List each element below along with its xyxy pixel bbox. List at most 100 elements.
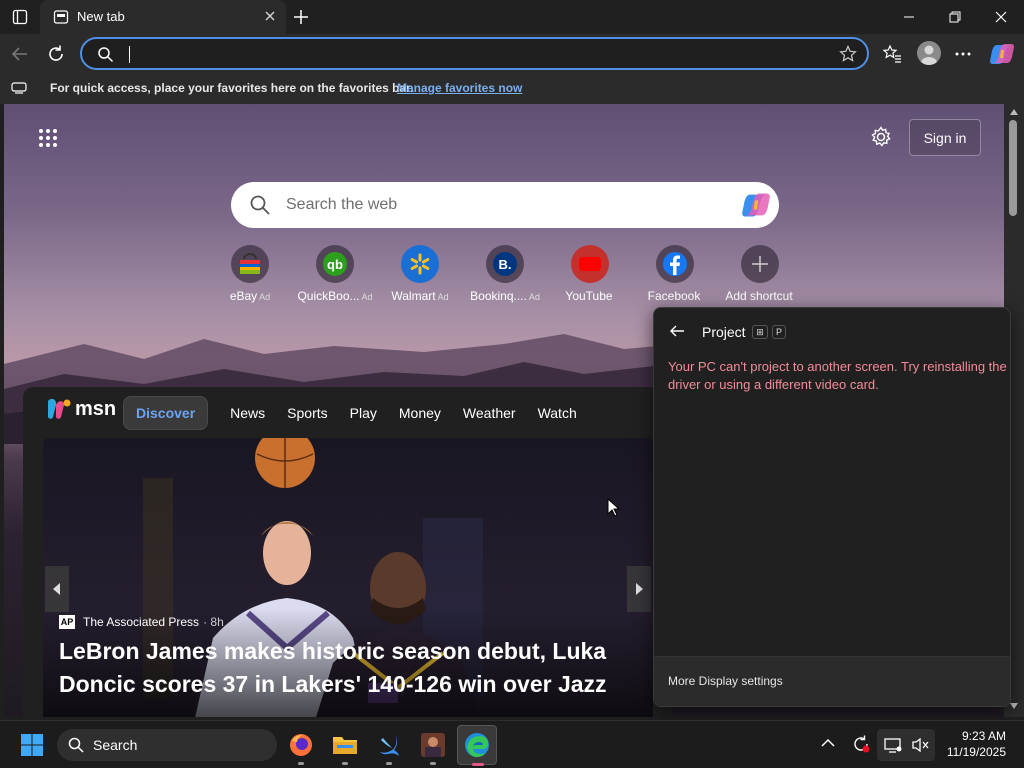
shortcut-facebook[interactable]: Facebook <box>633 245 717 307</box>
minimize-button[interactable] <box>886 0 932 34</box>
running-indicator <box>342 762 348 765</box>
project-flyout: Project ⊞ P Your PC can't project to ano… <box>653 307 1011 707</box>
msn-logo[interactable]: msn <box>45 397 116 421</box>
shortcut-label: Bookinq.... <box>470 289 527 303</box>
shortcut-label: Add shortcut <box>725 289 793 303</box>
add-shortcut-button[interactable]: Add shortcut <box>718 245 802 307</box>
network-volume-tray[interactable] <box>877 729 935 761</box>
favorites-bar-icon <box>11 82 27 94</box>
new-tab-plus-icon[interactable] <box>290 6 312 28</box>
app-photo-icon[interactable] <box>415 727 451 765</box>
back-arrow-icon[interactable] <box>10 44 30 64</box>
sign-in-button[interactable]: Sign in <box>909 119 981 156</box>
windows-key-badge: ⊞ <box>752 325 768 339</box>
restore-button[interactable] <box>932 0 978 34</box>
refresh-icon[interactable] <box>46 44 66 64</box>
close-window-button[interactable] <box>978 0 1024 34</box>
walmart-icon <box>401 245 439 283</box>
ap-logo: AP <box>59 615 75 629</box>
article-headline[interactable]: LeBron James makes historic season debut… <box>59 635 649 701</box>
speaker-muted-icon <box>911 737 929 753</box>
taskbar-search[interactable]: Search <box>57 729 277 761</box>
tab-title: New tab <box>77 9 125 24</box>
search-icon <box>68 737 84 753</box>
running-indicator <box>298 762 304 765</box>
plus-icon <box>741 245 779 283</box>
apps-grid-icon[interactable] <box>38 128 58 148</box>
hero-article-card[interactable]: AP The Associated Press · 8h LeBron Jame… <box>43 438 653 717</box>
sync-icon[interactable] <box>851 734 871 754</box>
shortcut-booking[interactable]: B. Bookinq.... Ad <box>463 245 547 307</box>
tab-weather[interactable]: Weather <box>463 405 516 421</box>
search-icon <box>97 46 114 63</box>
more-options-icon[interactable] <box>953 44 973 64</box>
shortcut-quickbooks[interactable]: qb QuickBoo... Ad <box>293 245 377 307</box>
copilot-icon[interactable] <box>989 41 1015 67</box>
shortcut-label: Facebook <box>647 289 701 303</box>
display-icon <box>884 736 902 754</box>
ad-badge: Ad <box>437 292 449 302</box>
address-bar[interactable] <box>80 37 869 70</box>
ad-badge: Ad <box>528 292 540 302</box>
profile-avatar[interactable] <box>917 41 941 65</box>
msn-feed: msn Discover News Sports Play Money Weat… <box>23 387 673 717</box>
p-key-badge: P <box>772 325 786 339</box>
clock[interactable]: 9:23 AM 11/19/2025 <box>944 728 1006 760</box>
tab-actions-icon[interactable] <box>9 6 31 28</box>
manage-favorites-link[interactable]: Manage favorites now <box>397 81 522 95</box>
scroll-down-icon[interactable] <box>1009 702 1019 710</box>
running-indicator <box>430 762 436 765</box>
svg-text:B.: B. <box>499 257 512 272</box>
shortcut-label: QuickBoo... <box>297 289 360 303</box>
tab-watch[interactable]: Watch <box>538 405 577 421</box>
tab-play[interactable]: Play <box>350 405 377 421</box>
taskbar: Search 9:23 AM 11/19/2025 <box>0 720 1024 768</box>
ad-badge: Ad <box>361 292 373 302</box>
copilot-icon[interactable] <box>741 190 771 220</box>
shortcut-ebay[interactable]: eBay Ad <box>208 245 292 307</box>
back-arrow-icon[interactable] <box>668 322 686 340</box>
scroll-thumb[interactable] <box>1009 120 1017 216</box>
scroll-up-icon[interactable] <box>1009 108 1019 116</box>
article-source: AP The Associated Press · 8h <box>59 615 224 629</box>
tab-news[interactable]: News <box>230 405 265 421</box>
firefox-icon[interactable] <box>283 727 319 765</box>
app-swift-icon[interactable] <box>371 727 407 765</box>
quickbooks-icon: qb <box>316 245 354 283</box>
carousel-prev-button[interactable] <box>45 566 69 612</box>
shortcut-youtube[interactable]: YouTube <box>548 245 632 307</box>
address-input[interactable] <box>126 44 816 64</box>
more-display-settings-link[interactable]: More Display settings <box>668 674 783 688</box>
favorite-star-icon[interactable] <box>839 45 857 63</box>
youtube-icon <box>571 245 609 283</box>
tab-new-tab[interactable]: New tab <box>40 0 286 34</box>
tab-discover[interactable]: Discover <box>123 395 209 430</box>
favorites-bar-message: For quick access, place your favorites h… <box>50 81 414 95</box>
chevron-up-icon[interactable] <box>821 738 835 748</box>
close-tab-icon[interactable] <box>262 8 278 24</box>
windows-start-icon[interactable] <box>20 733 44 757</box>
browser-toolbar <box>0 34 1024 74</box>
article-time: · 8h <box>203 615 224 629</box>
svg-text:qb: qb <box>327 257 343 272</box>
clock-time: 9:23 AM <box>961 729 1006 743</box>
shortcut-walmart[interactable]: Walmart Ad <box>378 245 462 307</box>
tab-sports[interactable]: Sports <box>287 405 327 421</box>
mouse-cursor-icon <box>607 498 621 518</box>
web-search-box[interactable]: Search the web <box>231 182 779 228</box>
favorites-icon[interactable] <box>882 44 902 64</box>
gear-icon[interactable] <box>870 126 892 148</box>
tab-money[interactable]: Money <box>399 405 441 421</box>
text-cursor <box>129 46 130 63</box>
file-explorer-icon[interactable] <box>327 727 363 765</box>
running-indicator <box>386 762 392 765</box>
shortcut-label: eBay <box>229 289 258 303</box>
msn-brand-text: msn <box>75 397 117 420</box>
favorites-bar: For quick access, place your favorites h… <box>0 74 1024 104</box>
carousel-next-button[interactable] <box>627 566 651 612</box>
shortcut-label: YouTube <box>565 289 613 303</box>
taskbar-search-label: Search <box>93 737 138 753</box>
shortcut-label: Walmart <box>391 289 436 303</box>
edge-icon[interactable] <box>457 725 497 766</box>
ebay-icon <box>231 245 269 283</box>
